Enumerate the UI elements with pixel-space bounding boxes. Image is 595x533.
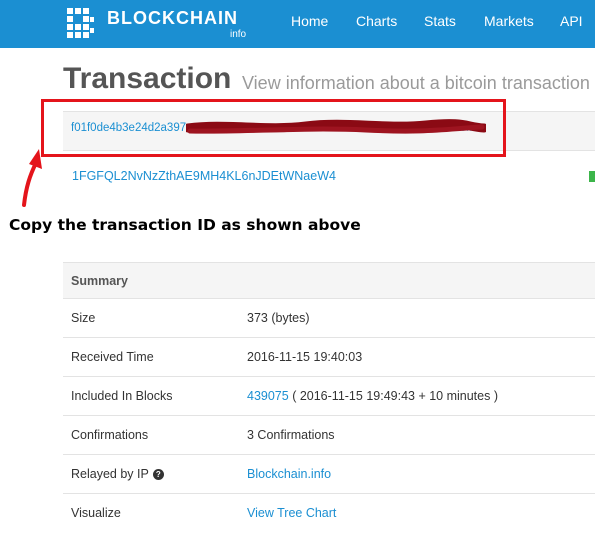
- block-time: ( 2016-11-15 19:49:43 + 10 minutes ): [288, 389, 498, 403]
- row-key: Visualize: [71, 506, 121, 520]
- address-link[interactable]: 1FGFQL2NvNzZthAE9MH4KL6nJDEtWNaeW4: [72, 169, 336, 183]
- highlight-box: [41, 99, 506, 157]
- nav-charts[interactable]: Charts: [356, 13, 397, 29]
- top-navbar: BLOCKCHAIN info Home Charts Stats Market…: [0, 0, 595, 48]
- table-row: Visualize View Tree Chart: [63, 494, 595, 533]
- row-value: View Tree Chart: [247, 506, 336, 520]
- output-bar: [589, 171, 595, 182]
- row-key: Received Time: [71, 350, 154, 364]
- table-row: Included In Blocks 439075 ( 2016-11-15 1…: [63, 377, 595, 416]
- red-arrow-icon: [22, 149, 42, 207]
- relayed-label: Relayed by IP: [71, 467, 149, 481]
- brand-name[interactable]: BLOCKCHAIN: [107, 8, 238, 29]
- table-row: Relayed by IP? Blockchain.info: [63, 455, 595, 494]
- summary-header: Summary: [63, 262, 595, 299]
- page-title: Transaction: [63, 62, 232, 95]
- row-key: Relayed by IP?: [71, 467, 164, 481]
- summary-table: Summary Size 373 (bytes) Received Time 2…: [63, 262, 595, 533]
- instruction-text: Copy the transaction ID as shown above: [9, 216, 361, 234]
- row-value: 439075 ( 2016-11-15 19:49:43 + 10 minute…: [247, 389, 498, 403]
- relayed-link[interactable]: Blockchain.info: [247, 467, 331, 481]
- row-value: 3 Confirmations: [247, 428, 335, 442]
- row-value: Blockchain.info: [247, 467, 331, 481]
- row-key: Included In Blocks: [71, 389, 173, 403]
- blockchain-logo-icon[interactable]: [63, 4, 97, 42]
- summary-title: Summary: [71, 274, 128, 288]
- row-value: 2016-11-15 19:40:03: [247, 350, 363, 364]
- block-link[interactable]: 439075: [247, 389, 289, 403]
- brand-sub: info: [230, 29, 247, 40]
- table-row: Received Time 2016-11-15 19:40:03: [63, 338, 595, 377]
- tree-chart-link[interactable]: View Tree Chart: [247, 506, 336, 520]
- nav-stats[interactable]: Stats: [424, 13, 456, 29]
- question-circle-icon[interactable]: ?: [152, 469, 164, 480]
- nav-home[interactable]: Home: [291, 13, 328, 29]
- page-subtitle: View information about a bitcoin transac…: [242, 73, 590, 93]
- nav-markets[interactable]: Markets: [484, 13, 534, 29]
- row-key: Confirmations: [71, 428, 149, 442]
- table-row: Confirmations 3 Confirmations: [63, 416, 595, 455]
- row-value: 373 (bytes): [247, 311, 310, 325]
- row-key: Size: [71, 311, 96, 325]
- nav-api[interactable]: API: [560, 13, 583, 29]
- table-row: Size 373 (bytes): [63, 299, 595, 338]
